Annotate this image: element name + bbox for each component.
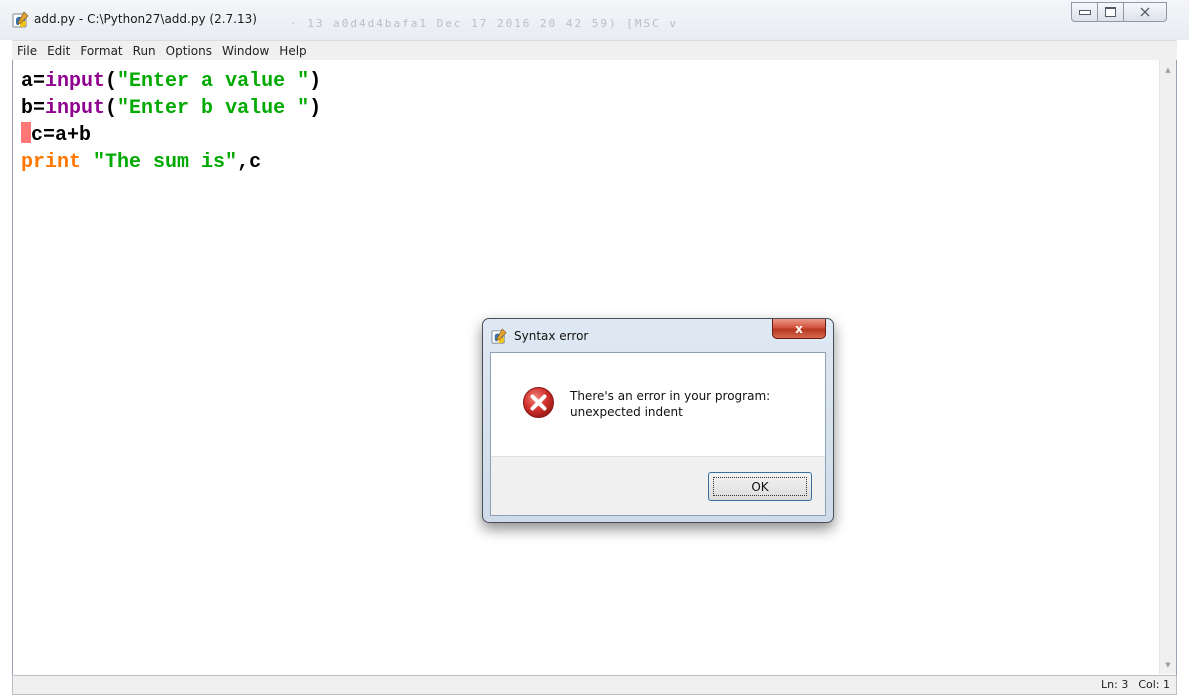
code-token-builtin: input xyxy=(45,70,106,93)
close-icon xyxy=(1140,7,1150,17)
close-icon: x xyxy=(795,321,803,336)
python-idle-icon xyxy=(12,11,29,28)
status-bar: Ln: 3 Col: 1 xyxy=(12,675,1177,695)
code-line[interactable]: print "The sum is",c xyxy=(21,149,321,176)
minimize-button[interactable] xyxy=(1071,2,1098,22)
dialog-message-line-1: There's an error in your program: xyxy=(570,389,771,403)
maximize-icon xyxy=(1105,7,1116,17)
code-token-plain: b= xyxy=(21,97,46,120)
title-bar: add.py - C:\Python27\add.py (2.7.13) · 1… xyxy=(0,0,1189,40)
menu-edit[interactable]: Edit xyxy=(42,42,75,60)
focus-ring xyxy=(713,477,807,496)
code-token-plain: a= xyxy=(21,70,46,93)
maximize-button[interactable] xyxy=(1097,2,1124,22)
error-icon xyxy=(523,387,554,418)
scroll-up-icon[interactable]: ▲ xyxy=(1161,61,1175,78)
indent-error-highlight xyxy=(21,122,31,143)
code-token-builtin: input xyxy=(45,97,106,120)
code-token-string: "Enter b value " xyxy=(117,97,310,120)
menu-bar: File Edit Format Run Options Window Help xyxy=(12,40,1177,60)
syntax-error-dialog: Syntax error x There's an error in your … xyxy=(482,318,834,523)
dialog-title: Syntax error xyxy=(514,329,589,343)
code-text[interactable]: a=input("Enter a value ") b=input("Enter … xyxy=(21,68,321,176)
scroll-down-icon[interactable]: ▼ xyxy=(1161,656,1175,673)
code-line[interactable]: b=input("Enter b value ") xyxy=(21,95,321,122)
code-token-plain: ) xyxy=(309,97,322,120)
menu-help[interactable]: Help xyxy=(274,42,311,60)
menu-options[interactable]: Options xyxy=(161,42,217,60)
dialog-close-button[interactable]: x xyxy=(772,319,826,339)
menu-run[interactable]: Run xyxy=(128,42,161,60)
cursor-line: Ln: 3 xyxy=(1101,678,1129,691)
python-idle-icon xyxy=(491,328,507,344)
code-line[interactable]: a=input("Enter a value ") xyxy=(21,68,321,95)
code-token-plain: ) xyxy=(309,70,322,93)
code-token-plain: ( xyxy=(105,70,118,93)
minimize-icon xyxy=(1078,9,1091,15)
code-token-string: "Enter a value " xyxy=(117,70,310,93)
menu-file[interactable]: File xyxy=(12,42,42,60)
ok-button[interactable]: OK xyxy=(708,472,812,501)
dialog-message: There's an error in your program: unexpe… xyxy=(570,388,810,420)
dialog-message-line-2: unexpected indent xyxy=(570,405,683,419)
cursor-column: Col: 1 xyxy=(1138,678,1170,691)
window-controls xyxy=(1071,2,1167,24)
menu-format[interactable]: Format xyxy=(75,42,127,60)
menu-window[interactable]: Window xyxy=(217,42,274,60)
code-token-plain: ( xyxy=(105,97,118,120)
code-token-keyword: print xyxy=(21,151,82,174)
background-window-title-fragment: · 13 a0d4d4bafa1 Dec 17 2016 20 42 59) [… xyxy=(290,17,679,30)
vertical-scrollbar[interactable]: ▲ ▼ xyxy=(1159,60,1176,674)
code-token-string: "The sum is" xyxy=(93,151,238,174)
code-line[interactable]: c=a+b xyxy=(21,122,321,149)
window-title: add.py - C:\Python27\add.py (2.7.13) xyxy=(34,12,257,26)
close-button[interactable] xyxy=(1123,2,1167,22)
dialog-body: There's an error in your program: unexpe… xyxy=(490,352,826,516)
code-token-plain: c=a+b xyxy=(31,124,92,147)
code-token-plain: ,c xyxy=(237,151,262,174)
dialog-footer: OK xyxy=(491,456,825,515)
